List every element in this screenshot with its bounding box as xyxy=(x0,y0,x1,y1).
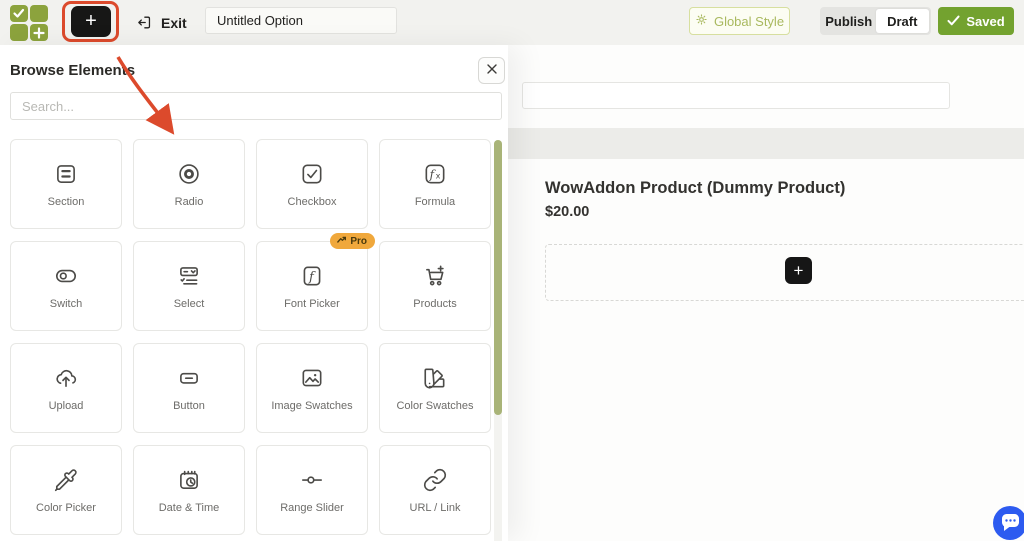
product-title: WowAddon Product (Dummy Product) xyxy=(545,179,846,197)
check-icon xyxy=(947,14,960,29)
top-toolbar: + Exit Global Style Publish Draft xyxy=(0,0,1024,45)
saved-button[interactable]: Saved xyxy=(938,7,1014,35)
app-logo-icon xyxy=(10,5,48,41)
add-option-button[interactable]: + xyxy=(785,257,812,284)
button-icon xyxy=(176,365,202,391)
switch-icon xyxy=(53,263,79,289)
radio-icon xyxy=(176,161,202,187)
element-label: Image Swatches xyxy=(271,399,353,412)
font-picker-icon: f xyxy=(299,263,325,289)
element-label: Color Swatches xyxy=(396,399,474,412)
element-label: Section xyxy=(47,195,85,208)
option-title-input[interactable] xyxy=(205,7,397,34)
element-label: Formula xyxy=(414,195,456,208)
element-label: Color Picker xyxy=(36,501,96,514)
element-card-upload[interactable]: Upload xyxy=(10,343,122,433)
checkbox-icon xyxy=(299,161,325,187)
global-style-label: Global Style xyxy=(713,13,785,29)
svg-text:f: f xyxy=(308,269,316,284)
section-icon xyxy=(53,161,79,187)
chat-widget-button[interactable] xyxy=(993,506,1024,540)
color-picker-icon xyxy=(53,467,79,493)
chat-bubble-icon xyxy=(993,504,1024,541)
exit-label: Exit xyxy=(161,14,187,31)
color-swatches-icon xyxy=(422,365,448,391)
draft-tab[interactable]: Draft xyxy=(875,9,929,33)
element-card-font-picker[interactable]: Pro f Font Picker xyxy=(256,233,375,331)
pro-badge-label: Pro xyxy=(350,235,367,247)
image-swatches-icon xyxy=(299,365,325,391)
browse-elements-panel: Browse Elements SectionRadioCheckboxfxFo… xyxy=(0,45,508,541)
product-preview-area: WowAddon Product (Dummy Product) $20.00 … xyxy=(508,45,1024,541)
element-label: URL / Link xyxy=(409,501,461,514)
element-card-checkbox[interactable]: Checkbox xyxy=(256,139,368,229)
global-style-button[interactable]: Global Style xyxy=(689,7,790,35)
element-label: Radio xyxy=(174,195,204,208)
element-label: Select xyxy=(173,297,205,310)
product-price: $20.00 xyxy=(545,204,590,220)
preview-text-field[interactable] xyxy=(522,82,950,109)
trending-up-icon xyxy=(337,235,347,247)
date-time-icon xyxy=(176,467,202,493)
exit-button[interactable]: Exit xyxy=(136,10,187,35)
element-card-image-swatches[interactable]: Image Swatches xyxy=(256,343,368,433)
element-card-formula[interactable]: f x Formula xyxy=(379,139,491,229)
element-card-products[interactable]: Products xyxy=(379,241,491,331)
upload-icon xyxy=(53,365,79,391)
element-label: Font Picker xyxy=(284,297,340,310)
element-card-radio[interactable]: Radio xyxy=(133,139,245,229)
add-element-toolbar-button[interactable]: + xyxy=(71,6,111,37)
elements-grid: Section Radio Checkbox f x Formula Switch Selec… xyxy=(10,139,491,535)
panel-scrollbar-thumb[interactable] xyxy=(494,140,502,415)
element-card-date-time[interactable]: Date & Time xyxy=(133,445,245,535)
element-card-button[interactable]: Button xyxy=(133,343,245,433)
publish-tab[interactable]: Publish xyxy=(822,9,876,33)
element-label: Products xyxy=(413,297,457,310)
element-label: Date & Time xyxy=(158,501,220,514)
formula-icon: fx xyxy=(422,161,448,187)
element-card-color-picker[interactable]: Color Picker xyxy=(10,445,122,535)
element-label: Checkbox xyxy=(287,195,337,208)
element-card-url-link[interactable]: URL / Link xyxy=(379,445,491,535)
plus-icon: + xyxy=(85,10,97,32)
select-icon xyxy=(176,263,202,289)
search-input[interactable] xyxy=(10,92,502,120)
preview-divider-bar xyxy=(508,128,1024,159)
element-card-color-swatches[interactable]: Color Swatches xyxy=(379,343,491,433)
close-panel-button[interactable] xyxy=(478,57,505,84)
exit-icon xyxy=(136,14,153,31)
panel-title: Browse Elements xyxy=(10,62,136,79)
plus-icon: + xyxy=(793,260,804,280)
element-label: Range Slider xyxy=(280,501,344,514)
products-icon xyxy=(422,263,448,289)
element-label: Button xyxy=(173,399,205,412)
range-slider-icon xyxy=(299,467,325,493)
element-label: Switch xyxy=(49,297,83,310)
element-card-section[interactable]: Section xyxy=(10,139,122,229)
svg-text:x: x xyxy=(436,170,441,180)
publish-draft-toggle: Publish Draft xyxy=(820,7,931,35)
element-card-select[interactable]: Select xyxy=(133,241,245,331)
element-card-range-slider[interactable]: Range Slider xyxy=(256,445,368,535)
pro-badge: Pro xyxy=(330,233,375,249)
saved-label: Saved xyxy=(966,13,1005,29)
element-label: Upload xyxy=(48,399,84,412)
gear-icon xyxy=(695,13,708,29)
url-link-icon xyxy=(422,467,448,493)
element-card-switch[interactable]: Switch xyxy=(10,241,122,331)
close-icon xyxy=(486,62,498,80)
